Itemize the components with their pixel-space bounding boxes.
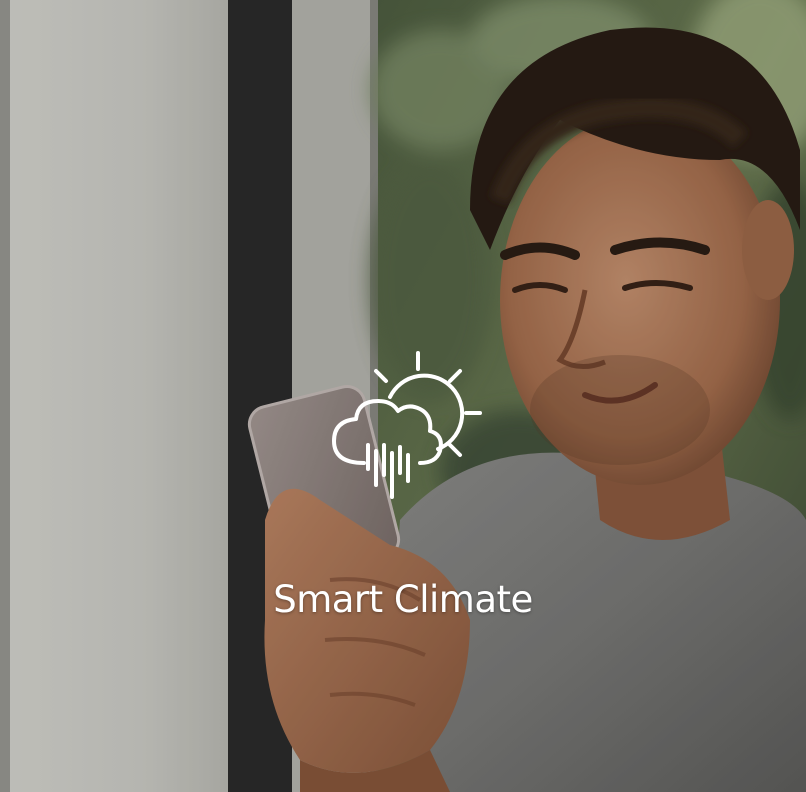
smart-climate-tile[interactable]: Smart Climate bbox=[0, 0, 806, 792]
tile-title: Smart Climate bbox=[273, 578, 533, 621]
weather-sun-cloud-rain-icon bbox=[332, 351, 482, 499]
